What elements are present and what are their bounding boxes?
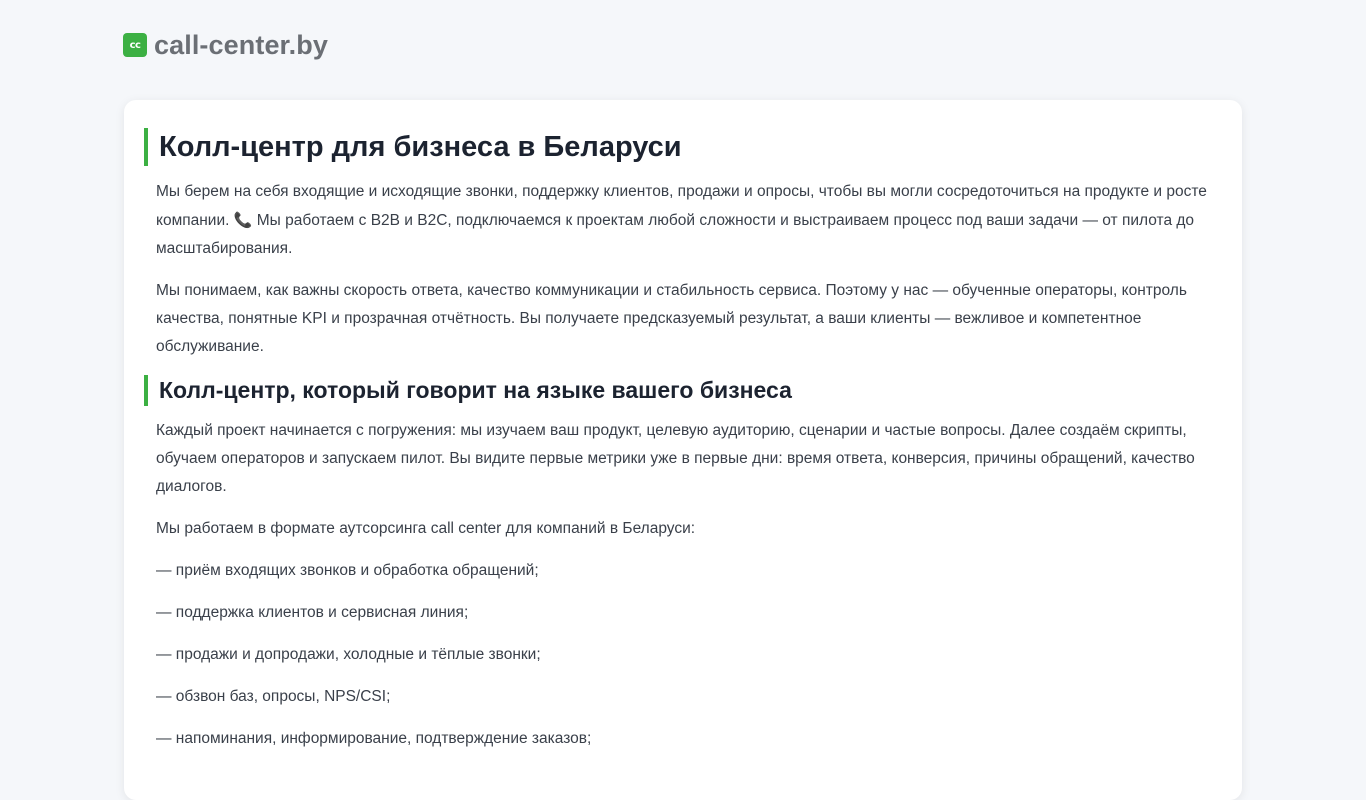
content-card: Колл-центр для бизнеса в Беларуси Мы бер…: [124, 100, 1242, 800]
outsourcing-paragraph: Мы работаем в формате аутсорсинга call c…: [156, 520, 696, 537]
intro-text-part2: Мы работаем с B2B и B2C, подключаемся к …: [156, 212, 1195, 257]
intro-paragraph: Мы берем на себя входящие и исходящие зв…: [144, 178, 1210, 263]
section-title: Колл-центр, который говорит на языке ваш…: [144, 375, 1210, 406]
page-title: Колл-центр для бизнеса в Беларуси: [144, 128, 1210, 166]
service-item-sales: — продажи и допродажи, холодные и тёплые…: [156, 646, 541, 663]
cc-logo-icon[interactable]: cc: [123, 33, 147, 57]
service-item-reminders: — напоминания, информирование, подтвержд…: [156, 730, 592, 747]
site-header: cc call-center.by: [123, 30, 328, 60]
service-item-support: — поддержка клиентов и сервисная линия;: [156, 604, 469, 621]
service-item-incoming: — приём входящих звонков и обработка обр…: [156, 562, 539, 579]
phone-icon: 📞: [233, 211, 253, 229]
service-item-surveys: — обзвон баз, опросы, NPS/CSI;: [156, 688, 391, 705]
process-paragraph: Каждый проект начинается с погружения: м…: [156, 422, 1195, 495]
quality-paragraph: Мы понимаем, как важны скорость ответа, …: [156, 282, 1187, 355]
site-logo-link[interactable]: call-center.by: [154, 30, 328, 61]
